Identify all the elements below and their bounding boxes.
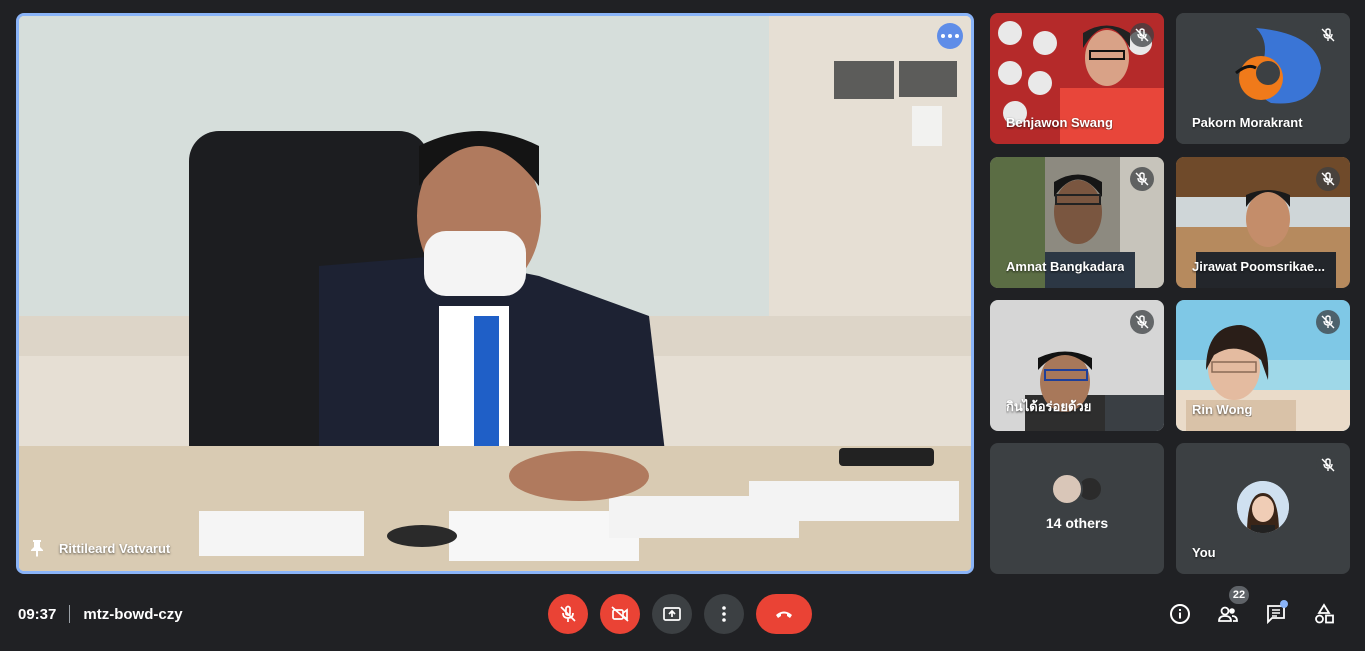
others-avatars bbox=[1051, 473, 1103, 505]
mic-off-icon bbox=[560, 605, 576, 622]
vertical-dots-icon bbox=[722, 606, 726, 622]
self-avatar bbox=[1237, 481, 1289, 533]
avatar bbox=[1051, 473, 1083, 505]
participant-name: Benjawon Swang bbox=[1006, 115, 1113, 130]
activities-button[interactable] bbox=[1310, 600, 1338, 628]
spotlight-video-tile[interactable]: Rittileard Vatvarut bbox=[16, 13, 974, 574]
mic-off-icon bbox=[1130, 167, 1154, 191]
more-options-icon[interactable] bbox=[937, 23, 963, 49]
participant-tile[interactable]: Jirawat Poomsrikae... bbox=[1176, 157, 1350, 288]
self-name: You bbox=[1192, 545, 1216, 560]
spotlight-name-tag: Rittileard Vatvarut bbox=[29, 539, 170, 557]
activities-icon bbox=[1315, 603, 1334, 624]
info-icon bbox=[1170, 604, 1190, 624]
more-options-button[interactable] bbox=[704, 594, 744, 634]
mic-off-icon bbox=[1316, 453, 1340, 477]
others-count-label: 14 others bbox=[1045, 515, 1109, 531]
divider bbox=[69, 605, 71, 623]
participant-tile[interactable]: กินได้อร่อยด้วย bbox=[990, 300, 1164, 431]
hang-up-icon bbox=[776, 611, 792, 618]
mic-off-icon bbox=[1316, 23, 1340, 47]
others-group: 14 others bbox=[990, 473, 1164, 531]
camera-off-icon bbox=[611, 606, 629, 622]
camera-toggle-button[interactable] bbox=[600, 594, 640, 634]
participant-name: Jirawat Poomsrikae... bbox=[1192, 259, 1325, 274]
unread-chat-dot bbox=[1280, 600, 1288, 608]
present-screen-button[interactable] bbox=[652, 594, 692, 634]
participant-tile[interactable]: Pakorn Morakrant bbox=[1176, 13, 1350, 144]
present-screen-icon bbox=[663, 607, 681, 621]
clock-time: 09:37 bbox=[18, 605, 57, 623]
participant-name: Rin Wong bbox=[1192, 402, 1253, 417]
participant-tile[interactable]: Benjawon Swang bbox=[990, 13, 1164, 144]
participant-tile[interactable]: Rin Wong bbox=[1176, 300, 1350, 431]
others-tile[interactable]: 14 others bbox=[990, 443, 1164, 574]
participant-name: Amnat Bangkadara bbox=[1006, 259, 1125, 274]
spotlight-speaker-name: Rittileard Vatvarut bbox=[59, 540, 171, 556]
participant-tile[interactable]: Amnat Bangkadara bbox=[990, 157, 1164, 288]
meeting-info: 09:37 mtz-bowd-czy bbox=[18, 605, 183, 623]
mic-off-icon bbox=[1316, 167, 1340, 191]
meet-call-screen: Rittileard Vatvarut Benjawon Swang Pakor… bbox=[0, 0, 1365, 651]
bottom-toolbar: 09:37 mtz-bowd-czy bbox=[0, 586, 1365, 642]
people-icon bbox=[1218, 606, 1238, 622]
meeting-code[interactable]: mtz-bowd-czy bbox=[83, 606, 182, 623]
mic-off-icon bbox=[1130, 310, 1154, 334]
mic-off-icon bbox=[1130, 23, 1154, 47]
mic-off-icon bbox=[1316, 310, 1340, 334]
participant-name: กินได้อร่อยด้วย bbox=[1006, 399, 1092, 414]
meeting-details-button[interactable] bbox=[1166, 600, 1194, 628]
pin-icon[interactable] bbox=[29, 539, 45, 557]
self-tile[interactable]: You bbox=[1176, 443, 1350, 574]
participant-count-badge: 22 bbox=[1229, 586, 1249, 604]
leave-call-button[interactable] bbox=[756, 594, 812, 634]
microphone-toggle-button[interactable] bbox=[548, 594, 588, 634]
spotlight-video-feed bbox=[19, 16, 971, 571]
people-button[interactable] bbox=[1214, 600, 1242, 628]
participant-name: Pakorn Morakrant bbox=[1192, 115, 1303, 130]
